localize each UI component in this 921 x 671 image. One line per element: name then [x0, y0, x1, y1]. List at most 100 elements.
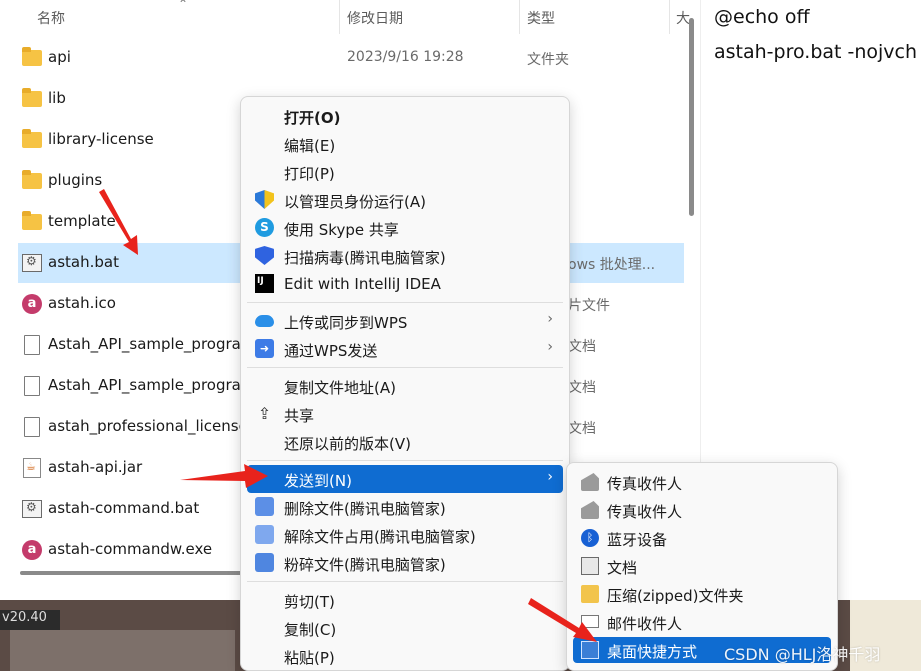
menu-separator: [247, 581, 563, 582]
chevron-right-icon: ›: [547, 339, 553, 355]
submenu-item-label: 传真收件人: [607, 475, 683, 493]
zip-folder-icon: [581, 585, 599, 603]
menu-item-run-as-admin[interactable]: 以管理员身份运行(A): [247, 186, 563, 214]
send-to-bluetooth[interactable]: ᛒ 蓝牙设备: [573, 525, 831, 551]
wps-send-icon: ➜: [255, 339, 274, 358]
file-name: astah-commandw.exe: [48, 540, 213, 558]
send-to-mail[interactable]: 邮件收件人: [573, 609, 831, 635]
file-name: astah.bat: [48, 253, 119, 271]
column-divider[interactable]: [339, 0, 340, 34]
menu-item-copy-path[interactable]: 复制文件地址(A): [247, 372, 563, 400]
menu-item-label: 发送到(N): [284, 472, 352, 490]
menu-item-label: 粘贴(P): [284, 649, 335, 667]
menu-item-wps-sync[interactable]: 上传或同步到WPS ›: [247, 307, 563, 335]
folder-icon: [22, 129, 42, 148]
jar-file-icon: [23, 458, 41, 478]
menu-item-label: 扫描病毒(腾讯电脑管家): [284, 249, 446, 267]
menu-item-label: 复制文件地址(A): [284, 379, 396, 397]
column-header-bar: 名称 ⌃ 修改日期 类型 大: [0, 0, 690, 34]
menu-item-intellij[interactable]: IJ Edit with IntelliJ IDEA: [247, 270, 563, 298]
skype-icon: S: [255, 218, 274, 237]
file-row[interactable]: api 2023/9/16 19:28 文件夹: [18, 38, 684, 78]
menu-item-share[interactable]: ⇪ 共享: [247, 400, 563, 428]
vertical-scrollbar[interactable]: [689, 18, 694, 216]
column-divider[interactable]: [519, 0, 520, 34]
menu-item-scan-virus[interactable]: 扫描病毒(腾讯电脑管家): [247, 242, 563, 270]
desktop-shortcut-icon: [581, 641, 599, 659]
menu-item-label: 上传或同步到WPS: [284, 314, 408, 332]
menu-item-label: 粉碎文件(腾讯电脑管家): [284, 556, 446, 574]
menu-separator: [247, 302, 563, 303]
file-name: Astah_API_sample_program: [48, 335, 256, 353]
batch-file-icon: [22, 500, 42, 518]
file-date: 2023/9/16 19:28: [347, 49, 464, 65]
submenu-item-label: 桌面快捷方式: [607, 643, 698, 661]
astah-app-icon: a: [22, 294, 42, 314]
send-to-fax[interactable]: 传真收件人: [573, 469, 831, 495]
file-name: Astah_API_sample_program: [48, 376, 256, 394]
context-menu: 打开(O) 编辑(E) 打印(P) 以管理员身份运行(A) S 使用 Skype …: [240, 96, 570, 671]
sort-ascending-icon: ⌃: [178, 0, 189, 11]
menu-item-label: 使用 Skype 共享: [284, 221, 399, 239]
desktop-window-label: v20.40: [0, 610, 60, 630]
menu-item-label: 以管理员身份运行(A): [284, 193, 426, 211]
column-header-size[interactable]: 大: [676, 8, 690, 28]
file-name: api: [48, 48, 71, 66]
documents-icon: [581, 557, 599, 575]
menu-item-restore-versions[interactable]: 还原以前的版本(V): [247, 428, 563, 456]
menu-item-skype-share[interactable]: S 使用 Skype 共享: [247, 214, 563, 242]
send-to-submenu: 传真收件人 传真收件人 ᛒ 蓝牙设备 文档 压缩(zipped)文件夹 邮件收件人…: [566, 462, 838, 671]
file-name: library-license: [48, 130, 154, 148]
batch-file-icon: [22, 254, 42, 272]
desktop-window-thumbnail: [10, 630, 235, 671]
send-to-documents[interactable]: 文档: [573, 553, 831, 579]
column-header-date[interactable]: 修改日期: [347, 8, 403, 28]
document-icon: [24, 335, 40, 355]
folder-icon: [22, 211, 42, 230]
menu-item-copy[interactable]: 复制(C): [247, 614, 563, 642]
mail-icon: [581, 615, 599, 628]
menu-item-send-to[interactable]: 发送到(N) ›: [247, 465, 563, 493]
send-to-zip[interactable]: 压缩(zipped)文件夹: [573, 581, 831, 607]
menu-item-label: Edit with IntelliJ IDEA: [284, 275, 441, 293]
share-icon: ⇪: [257, 404, 272, 423]
menu-item-label: 编辑(E): [284, 137, 336, 155]
menu-item-label: 删除文件(腾讯电脑管家): [284, 500, 446, 518]
watermark-text: CSDN @HLJ洛神千羽: [724, 645, 881, 664]
file-name: astah-command.bat: [48, 499, 200, 517]
unlock-file-icon: [255, 525, 274, 544]
menu-item-shred-file[interactable]: 粉碎文件(腾讯电脑管家): [247, 549, 563, 577]
menu-item-unlock-file[interactable]: 解除文件占用(腾讯电脑管家): [247, 521, 563, 549]
shred-file-icon: [255, 553, 274, 572]
menu-item-wps-send[interactable]: ➜ 通过WPS发送 ›: [247, 335, 563, 363]
column-header-type[interactable]: 类型: [527, 8, 555, 28]
menu-item-label: 剪切(T): [284, 593, 335, 611]
file-name: plugins: [48, 171, 103, 189]
menu-item-open[interactable]: 打开(O): [247, 102, 563, 130]
submenu-item-label: 蓝牙设备: [607, 531, 668, 549]
file-name: astah_professional_license: [48, 417, 248, 435]
menu-item-label: 还原以前的版本(V): [284, 435, 411, 453]
column-divider[interactable]: [669, 0, 670, 34]
bluetooth-icon: ᛒ: [581, 529, 599, 547]
folder-icon: [22, 47, 42, 66]
folder-icon: [22, 170, 42, 189]
folder-icon: [22, 88, 42, 107]
menu-item-label: 解除文件占用(腾讯电脑管家): [284, 528, 476, 546]
file-name: lib: [48, 89, 66, 107]
menu-item-cut[interactable]: 剪切(T): [247, 586, 563, 614]
fax-icon: [581, 473, 599, 491]
menu-item-delete-file[interactable]: 删除文件(腾讯电脑管家): [247, 493, 563, 521]
menu-item-edit[interactable]: 编辑(E): [247, 130, 563, 158]
menu-item-label: 打开(O): [284, 109, 341, 127]
submenu-item-label: 邮件收件人: [607, 615, 683, 633]
submenu-item-label: 文档: [607, 559, 638, 577]
menu-item-print[interactable]: 打印(P): [247, 158, 563, 186]
menu-item-paste[interactable]: 粘贴(P): [247, 642, 563, 670]
send-to-fax[interactable]: 传真收件人: [573, 497, 831, 523]
chevron-right-icon: ›: [547, 311, 553, 327]
submenu-item-label: 传真收件人: [607, 503, 683, 521]
file-name: astah-api.jar: [48, 458, 143, 476]
menu-item-label: 复制(C): [284, 621, 337, 639]
column-header-name[interactable]: 名称: [37, 8, 65, 28]
